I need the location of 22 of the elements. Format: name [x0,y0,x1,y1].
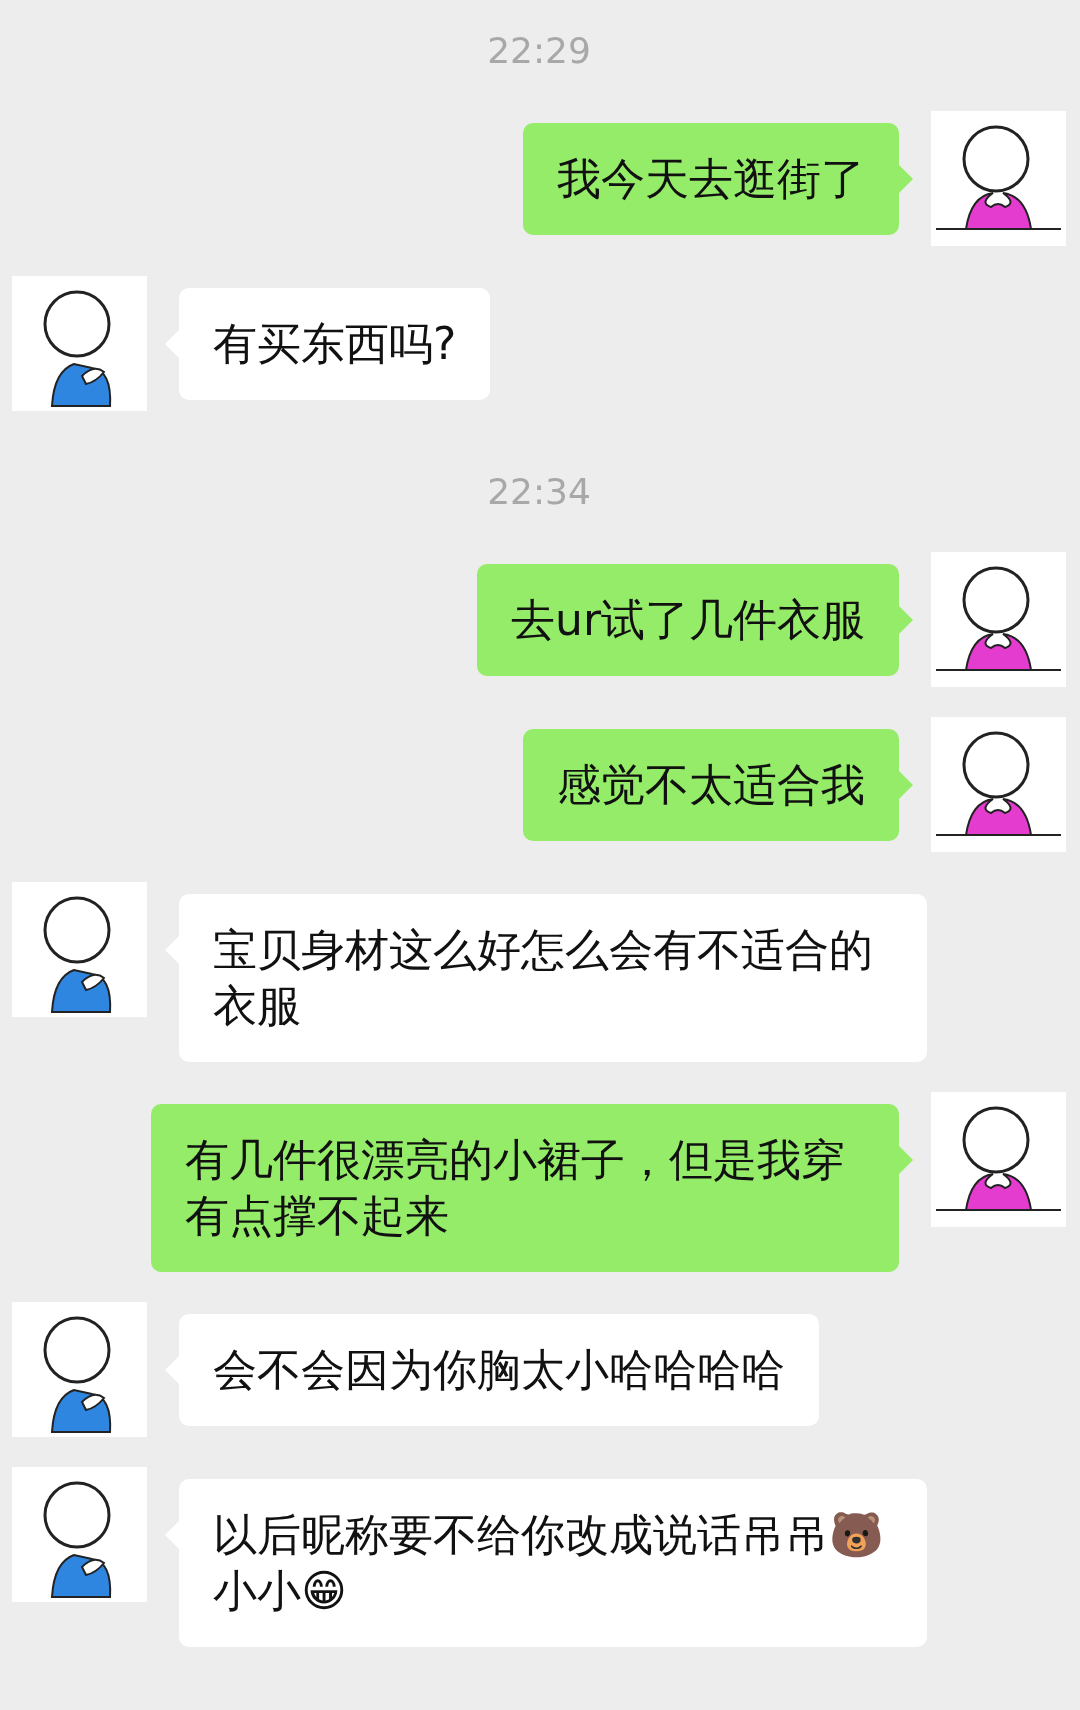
avatar[interactable] [12,276,147,411]
message-bubble: 有几件很漂亮的小裙子，但是我穿有点撑不起来 [151,1104,899,1272]
bubble-tail [899,165,913,193]
bubble-tail [899,1146,913,1174]
avatar[interactable] [931,717,1066,852]
avatar[interactable] [12,1302,147,1437]
bubble-tail [899,606,913,634]
message-bubble: 我今天去逛街了 [523,123,899,235]
timestamp: 22:29 [487,30,591,71]
message-bubble: 会不会因为你胸太小哈哈哈哈 [179,1314,819,1426]
message-bubble: 有买东西吗? [179,288,491,400]
avatar[interactable] [12,882,147,1017]
message-bubble: 感觉不太适合我 [523,729,899,841]
message-bubble: 宝贝身材这么好怎么会有不适合的衣服 [179,894,927,1062]
bubble-tail [899,771,913,799]
avatar[interactable] [931,111,1066,246]
avatar[interactable] [12,1467,147,1602]
message-bubble: 去ur试了几件衣服 [477,564,899,676]
timestamp: 22:34 [487,471,591,512]
message-bubble: 以后昵称要不给你改成说话吊吊🐻小小😁 [179,1479,927,1647]
avatar[interactable] [931,552,1066,687]
avatar[interactable] [931,1092,1066,1227]
